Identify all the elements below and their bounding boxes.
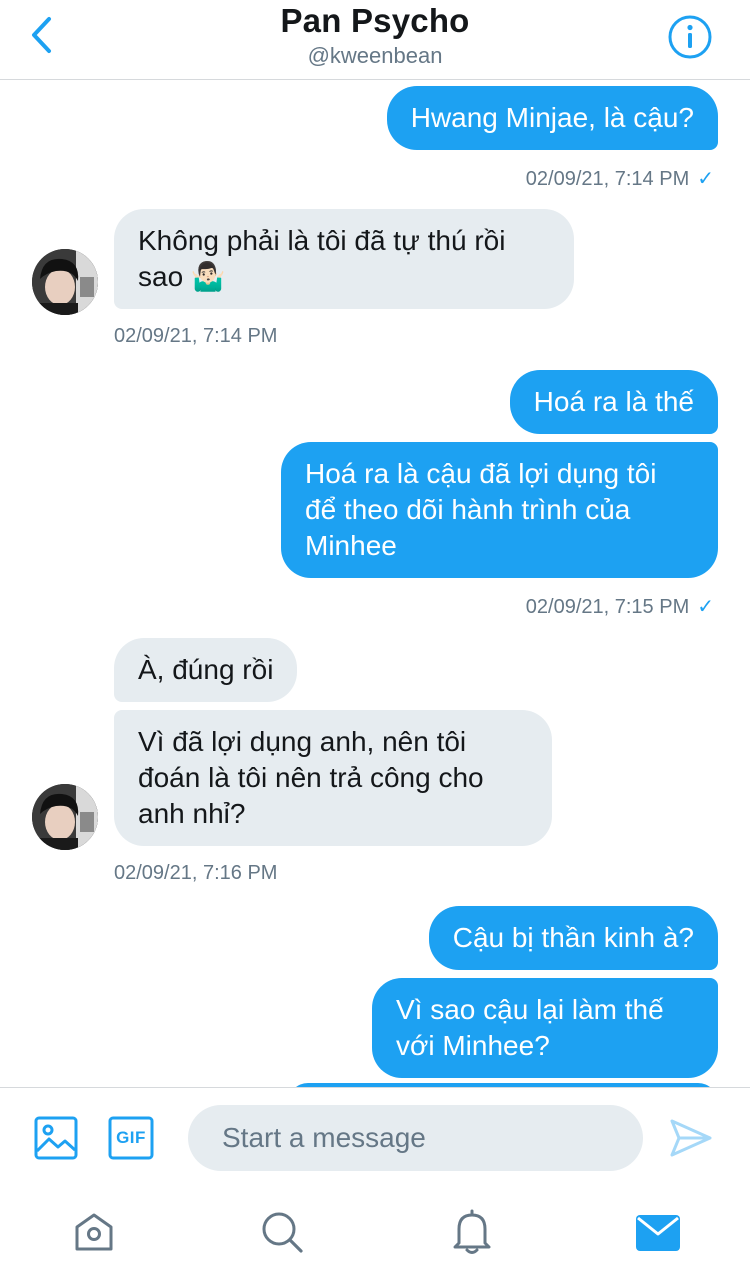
mail-icon xyxy=(636,1215,680,1251)
timestamp-text: 02/09/21, 7:14 PM xyxy=(525,168,690,190)
message-bubble-outgoing[interactable]: Vì sao cậu lại làm thế với Minhee? xyxy=(372,978,718,1078)
send-icon xyxy=(670,1119,712,1157)
tab-notifications[interactable] xyxy=(449,1209,495,1255)
send-button[interactable] xyxy=(666,1114,716,1162)
message-bubble-outgoing[interactable]: Hoá ra là cậu đã lợi dụng tôi để theo dõ… xyxy=(281,442,718,578)
avatar[interactable] xyxy=(32,249,98,315)
message-bubble-outgoing[interactable]: Hoá ra là thế xyxy=(509,370,718,434)
avatar-image xyxy=(32,784,98,850)
add-gif-button[interactable]: GIF xyxy=(105,1114,157,1162)
message-bubble-outgoing[interactable]: Hwang Minjae, là cậu? xyxy=(386,86,718,150)
message-bubble-outgoing[interactable]: Cậu bị thần kinh à? xyxy=(428,906,718,970)
conversation-header: Pan Psycho @kweenbean xyxy=(0,0,750,80)
tab-messages[interactable] xyxy=(634,1211,682,1255)
conversation-title[interactable]: Pan Psycho xyxy=(0,2,750,40)
message-bubble-incoming[interactable]: Không phải là tôi đã tự thú rồi sao 🤷🏻‍♂… xyxy=(114,209,574,309)
avatar[interactable] xyxy=(32,784,98,850)
sent-check-icon: ✓ xyxy=(697,168,714,190)
sent-check-icon: ✓ xyxy=(697,596,714,618)
gif-label: GIF xyxy=(116,1128,146,1147)
message-composer: GIF xyxy=(0,1087,750,1187)
bottom-tab-bar xyxy=(0,1187,750,1285)
timestamp-text: 02/09/21, 7:15 PM xyxy=(525,596,690,618)
add-image-button[interactable] xyxy=(32,1114,80,1162)
message-bubble-incoming[interactable]: À, đúng rồi xyxy=(114,638,298,702)
tab-search[interactable] xyxy=(259,1209,305,1255)
image-icon xyxy=(34,1116,78,1160)
message-timestamp: 02/09/21, 7:16 PM xyxy=(114,862,278,884)
message-thread[interactable]: Hwang Minjae, là cậu? 02/09/21, 7:14 PM ✓… xyxy=(0,81,750,1087)
tab-home[interactable] xyxy=(71,1209,117,1255)
message-timestamp: 02/09/21, 7:14 PM xyxy=(114,325,278,347)
message-timestamp: 02/09/21, 7:14 PM ✓ xyxy=(526,166,714,191)
home-icon xyxy=(75,1213,113,1251)
bell-icon xyxy=(453,1209,491,1254)
message-timestamp: 02/09/21, 7:15 PM ✓ xyxy=(526,594,714,619)
info-button[interactable] xyxy=(666,13,714,61)
search-icon xyxy=(262,1212,303,1253)
conversation-handle: @kweenbean xyxy=(307,43,443,68)
message-input[interactable] xyxy=(188,1105,643,1171)
message-bubble-incoming[interactable]: Vì đã lợi dụng anh, nên tôi đoán là tôi … xyxy=(114,710,552,846)
info-icon xyxy=(668,15,712,59)
avatar-image xyxy=(32,249,98,315)
